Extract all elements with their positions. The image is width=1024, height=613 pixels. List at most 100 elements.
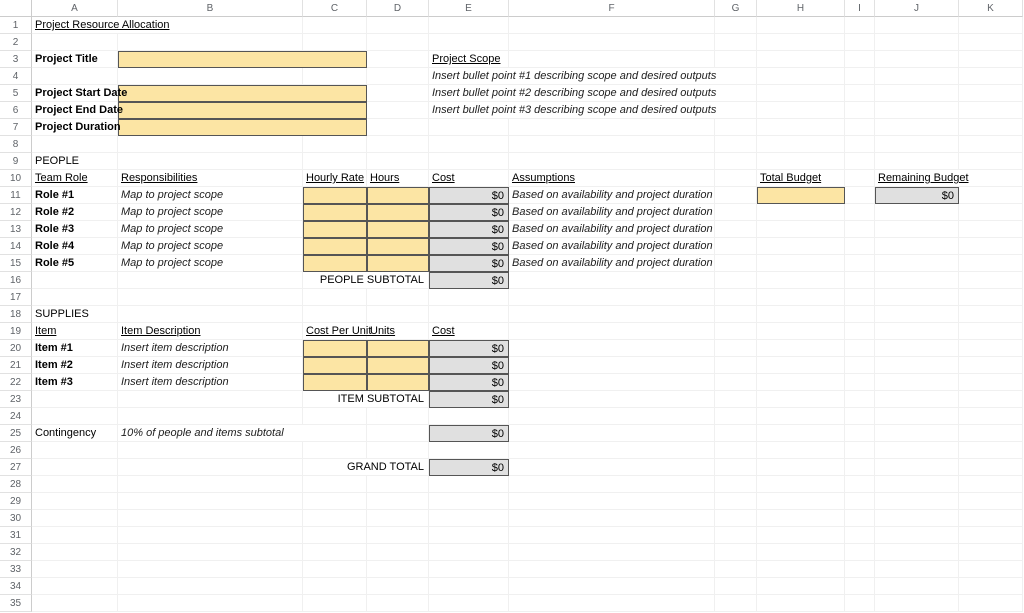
cell-I13[interactable] [845, 221, 875, 238]
cell-C11-input[interactable] [303, 187, 367, 204]
cell-K28[interactable] [959, 476, 1023, 493]
row-header-27[interactable]: 27 [0, 459, 32, 476]
cell-K11[interactable] [959, 187, 1023, 204]
cell-I28[interactable] [845, 476, 875, 493]
cell-F9[interactable] [509, 153, 715, 170]
row-header-11[interactable]: 11 [0, 187, 32, 204]
cell-A13[interactable]: Role #3 [32, 221, 118, 238]
cell-E33[interactable] [429, 561, 509, 578]
cell-E25[interactable]: $0 [429, 425, 509, 442]
cell-H7[interactable] [757, 119, 845, 136]
cell-B12[interactable]: Map to project scope [118, 204, 303, 221]
cell-F12[interactable]: Based on availability and project durati… [509, 204, 715, 221]
cell-E14[interactable]: $0 [429, 238, 509, 255]
cell-H10[interactable]: Total Budget [757, 170, 845, 187]
cell-F14[interactable]: Based on availability and project durati… [509, 238, 715, 255]
cell-B19[interactable]: Item Description [118, 323, 303, 340]
cell-F30[interactable] [509, 510, 715, 527]
cell-D28[interactable] [367, 476, 429, 493]
cell-J19[interactable] [875, 323, 959, 340]
cell-B9[interactable] [118, 153, 303, 170]
cell-I23[interactable] [845, 391, 875, 408]
row-header-22[interactable]: 22 [0, 374, 32, 391]
cell-F29[interactable] [509, 493, 715, 510]
cell-G23[interactable] [715, 391, 757, 408]
cell-C1[interactable] [303, 17, 367, 34]
cell-K3[interactable] [959, 51, 1023, 68]
cell-D3[interactable] [367, 51, 429, 68]
cell-J4[interactable] [875, 68, 959, 85]
cell-A1[interactable]: Project Resource Allocation [32, 17, 303, 34]
row-header-20[interactable]: 20 [0, 340, 32, 357]
cell-H13[interactable] [757, 221, 845, 238]
cell-K19[interactable] [959, 323, 1023, 340]
cell-I17[interactable] [845, 289, 875, 306]
cell-G26[interactable] [715, 442, 757, 459]
cell-E12[interactable]: $0 [429, 204, 509, 221]
cell-B17[interactable] [118, 289, 303, 306]
cell-K14[interactable] [959, 238, 1023, 255]
cell-J11[interactable]: $0 [875, 187, 959, 204]
cell-B25[interactable]: 10% of people and items subtotal [118, 425, 367, 442]
cell-E17[interactable] [429, 289, 509, 306]
row-header-3[interactable]: 3 [0, 51, 32, 68]
cell-K23[interactable] [959, 391, 1023, 408]
row-header-2[interactable]: 2 [0, 34, 32, 51]
cell-B28[interactable] [118, 476, 303, 493]
cell-F20[interactable] [509, 340, 715, 357]
row-header-32[interactable]: 32 [0, 544, 32, 561]
cell-E10[interactable]: Cost [429, 170, 509, 187]
cell-E13[interactable]: $0 [429, 221, 509, 238]
cell-I21[interactable] [845, 357, 875, 374]
cell-K6[interactable] [959, 102, 1023, 119]
cell-A10[interactable]: Team Role [32, 170, 118, 187]
cell-A3[interactable]: Project Title [32, 51, 118, 68]
cell-I27[interactable] [845, 459, 875, 476]
cell-I16[interactable] [845, 272, 875, 289]
cell-B30[interactable] [118, 510, 303, 527]
cell-I30[interactable] [845, 510, 875, 527]
cell-G33[interactable] [715, 561, 757, 578]
cell-H2[interactable] [757, 34, 845, 51]
col-header-F[interactable]: F [509, 0, 715, 17]
cell-H31[interactable] [757, 527, 845, 544]
cell-B4[interactable] [118, 68, 303, 85]
cell-D7[interactable] [367, 119, 429, 136]
cell-J6[interactable] [875, 102, 959, 119]
cell-J27[interactable] [875, 459, 959, 476]
cell-K16[interactable] [959, 272, 1023, 289]
cell-E11[interactable]: $0 [429, 187, 509, 204]
cell-F24[interactable] [509, 408, 715, 425]
cell-B20[interactable]: Insert item description [118, 340, 303, 357]
cell-A28[interactable] [32, 476, 118, 493]
cell-K20[interactable] [959, 340, 1023, 357]
cell-K9[interactable] [959, 153, 1023, 170]
cell-D24[interactable] [367, 408, 429, 425]
cell-I9[interactable] [845, 153, 875, 170]
cell-J1[interactable] [875, 17, 959, 34]
cell-E6[interactable]: Insert bullet point #3 describing scope … [429, 102, 757, 119]
cell-A20[interactable]: Item #1 [32, 340, 118, 357]
cell-A17[interactable] [32, 289, 118, 306]
cell-E16[interactable]: $0 [429, 272, 509, 289]
row-header-21[interactable]: 21 [0, 357, 32, 374]
cell-G34[interactable] [715, 578, 757, 595]
cell-C14-input[interactable] [303, 238, 367, 255]
cell-E26[interactable] [429, 442, 509, 459]
cell-J31[interactable] [875, 527, 959, 544]
cell-K30[interactable] [959, 510, 1023, 527]
cell-J33[interactable] [875, 561, 959, 578]
cell-H30[interactable] [757, 510, 845, 527]
cell-F15[interactable]: Based on availability and project durati… [509, 255, 715, 272]
cell-A24[interactable] [32, 408, 118, 425]
row-header-19[interactable]: 19 [0, 323, 32, 340]
cell-D35[interactable] [367, 595, 429, 612]
cell-K15[interactable] [959, 255, 1023, 272]
cell-C32[interactable] [303, 544, 367, 561]
cell-H27[interactable] [757, 459, 845, 476]
cell-C31[interactable] [303, 527, 367, 544]
cell-A6[interactable]: Project End Date [32, 102, 118, 119]
cell-D31[interactable] [367, 527, 429, 544]
cell-F31[interactable] [509, 527, 715, 544]
row-header-14[interactable]: 14 [0, 238, 32, 255]
